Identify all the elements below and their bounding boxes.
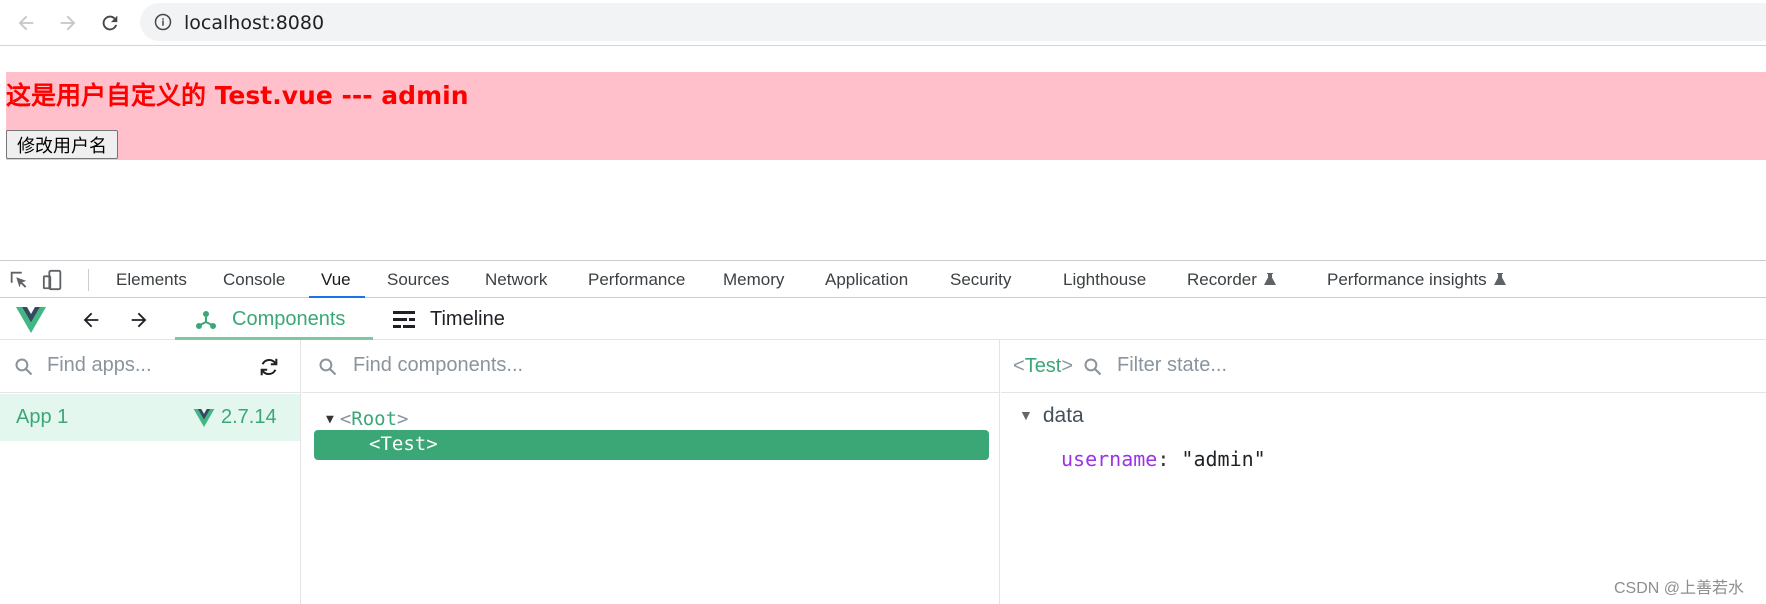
caret-down-icon[interactable]: ▼ (326, 412, 334, 427)
refresh-icon[interactable] (258, 356, 280, 378)
inspected-component-tag: <Test> (1013, 355, 1073, 378)
url-text: localhost:8080 (184, 12, 325, 34)
search-icon (15, 358, 33, 376)
caret-down-icon[interactable]: ▼ (1019, 407, 1033, 423)
tab-components[interactable]: Components (175, 298, 373, 340)
arrow-right-icon[interactable] (128, 309, 150, 331)
inspected-component-name: Test (1024, 355, 1062, 377)
test-component-box: 这是用户自定义的 Test.vue --- admin 修改用户名 (6, 72, 1766, 160)
toolbar-divider (88, 269, 89, 291)
arrow-right-icon (60, 15, 76, 31)
tab-application[interactable]: Application (825, 261, 908, 298)
components-search-placeholder: Find components... (353, 354, 524, 376)
tab-memory[interactable]: Memory (723, 261, 784, 298)
inspect-element-icon[interactable] (8, 269, 30, 291)
tab-performance-insights[interactable]: Performance insights (1327, 261, 1507, 298)
root-component-name: Root (351, 408, 398, 430)
tab-sources[interactable]: Sources (387, 261, 449, 298)
property-value[interactable]: "admin" (1181, 447, 1265, 471)
tree-node-root[interactable]: ▼ <Root> (326, 408, 409, 430)
info-icon[interactable] (154, 13, 172, 31)
tag-bracket-close: > (397, 408, 409, 430)
tab-console[interactable]: Console (223, 261, 285, 298)
tab-elements[interactable]: Elements (116, 261, 187, 298)
app-name: App 1 (16, 406, 69, 428)
flask-icon (1493, 273, 1506, 285)
devtools-panel: Elements Console Vue Sources Network Per… (0, 260, 1766, 604)
components-search[interactable]: Find components... (302, 340, 999, 393)
components-icon (196, 311, 216, 329)
property-key: username (1061, 447, 1158, 471)
apps-search-placeholder: Find apps... (47, 354, 152, 376)
tab-recorder-label: Recorder (1187, 270, 1257, 289)
apps-panel: Find apps... App 1 2.7.14 (0, 340, 301, 604)
browser-toolbar: localhost:8080 (0, 0, 1766, 46)
arrow-left-icon (18, 15, 34, 31)
vue-version: 2.7.14 (221, 406, 277, 428)
tag-bracket-open: < (1013, 355, 1025, 377)
reload-icon (102, 15, 118, 31)
search-icon (1084, 358, 1102, 376)
tab-lighthouse[interactable]: Lighthouse (1063, 261, 1146, 298)
vue-logo-icon (193, 409, 215, 427)
address-bar[interactable]: localhost:8080 (140, 3, 1766, 41)
arrow-left-icon[interactable] (80, 309, 102, 331)
state-property[interactable]: username: "admin" (1061, 447, 1266, 471)
tree-node-selected[interactable]: <Test> (314, 430, 989, 460)
devtools-tabbar: Elements Console Vue Sources Network Per… (0, 261, 1766, 298)
vue-logo-icon (16, 307, 46, 333)
back-button[interactable] (12, 9, 40, 37)
reload-button[interactable] (96, 9, 124, 37)
search-icon (319, 358, 337, 376)
state-search-placeholder: Filter state... (1117, 354, 1228, 376)
apps-search[interactable]: Find apps... (0, 340, 300, 393)
tab-recorder[interactable]: Recorder (1187, 261, 1277, 298)
state-section-label: data (1042, 404, 1084, 427)
flask-icon (1263, 273, 1276, 285)
tab-performance[interactable]: Performance (588, 261, 685, 298)
state-section-header[interactable]: ▼ data (1019, 404, 1084, 428)
component-tree-panel: Find components... ▼ <Root> <Test> (302, 340, 1000, 604)
list-item-app[interactable]: App 1 2.7.14 (0, 394, 300, 441)
selected-component-name: <Test> (369, 433, 438, 455)
device-toolbar-icon[interactable] (42, 269, 64, 291)
tab-security[interactable]: Security (950, 261, 1011, 298)
state-inspector-panel: <Test> Filter state... ▼ data username: "… (1001, 340, 1766, 604)
forward-button[interactable] (54, 9, 82, 37)
tab-timeline-label: Timeline (430, 308, 505, 330)
timeline-icon (393, 311, 415, 328)
tag-bracket-close: > (1061, 355, 1074, 377)
tab-performance-insights-label: Performance insights (1327, 270, 1487, 289)
tag-bracket-open: < (339, 408, 352, 430)
tab-components-label: Components (232, 308, 346, 330)
watermark-text: CSDN @上善若水 (1614, 580, 1745, 597)
tab-vue[interactable]: Vue (309, 261, 365, 298)
state-search[interactable]: <Test> Filter state... (1001, 340, 1766, 393)
tab-network[interactable]: Network (485, 261, 547, 298)
page-title: 这是用户自定义的 Test.vue --- admin (6, 81, 469, 110)
vue-devtools-toolbar: Components Timeline (0, 298, 1766, 340)
change-username-button[interactable]: 修改用户名 (6, 130, 118, 159)
